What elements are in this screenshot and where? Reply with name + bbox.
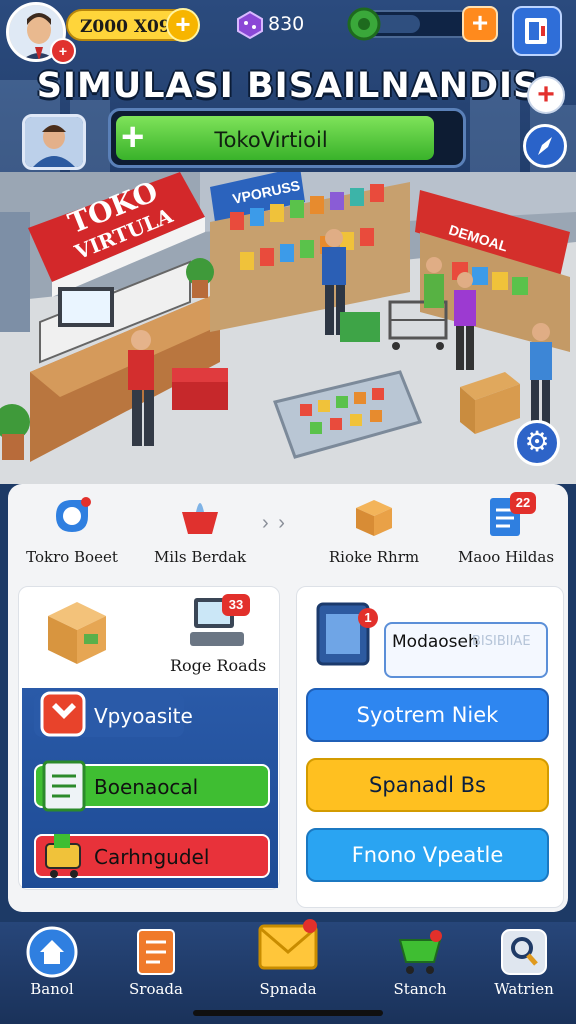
tag-icon xyxy=(56,497,91,532)
energy-gear-icon xyxy=(347,7,381,41)
report-icon xyxy=(137,929,175,975)
shield-icon xyxy=(40,691,86,737)
home-indicator xyxy=(193,1010,383,1016)
exit-door-icon xyxy=(525,18,547,44)
box-icon xyxy=(356,500,392,536)
nav-label: Banol xyxy=(30,980,74,998)
quick-action-label: Mils Berdak xyxy=(153,548,247,566)
cabinet-badge: 1 xyxy=(358,608,378,628)
nav-search[interactable]: Watrien xyxy=(472,922,576,1024)
left-card-caption: Roge Roads xyxy=(170,656,267,675)
nav-mail[interactable]: Spnada xyxy=(236,908,340,1010)
home-icon xyxy=(26,926,78,978)
nav-shop[interactable]: Stanch xyxy=(368,922,472,1024)
ledger-icon xyxy=(42,760,86,812)
system-button[interactable]: Syotrem Niek xyxy=(306,688,549,742)
quick-action-box[interactable]: Rioke Rhrm xyxy=(312,492,432,572)
gem-value: 830 xyxy=(268,13,305,35)
nav-label: Sroada xyxy=(129,980,183,998)
player-portrait-icon xyxy=(25,117,83,167)
cart-button-label: Carhngudel xyxy=(94,845,210,869)
nav-label: Stanch xyxy=(393,980,447,998)
ledger-button[interactable]: Boenaocal xyxy=(34,760,270,812)
mail-icon xyxy=(258,919,318,970)
store-progress-bar: + TokoVirtioil xyxy=(108,108,466,168)
nav-home[interactable]: Banol xyxy=(0,922,104,1024)
shopping-cart-icon xyxy=(398,930,442,974)
avatar-badge[interactable]: + xyxy=(50,38,76,64)
add-button[interactable]: + xyxy=(527,76,565,114)
ledger-button-label: Boenaocal xyxy=(94,775,199,799)
gear-icon: ⚙ xyxy=(524,426,550,457)
search-icon xyxy=(501,929,547,975)
gem-icon xyxy=(237,10,263,40)
cart-button[interactable]: Carhngudel xyxy=(34,834,270,878)
player-profile-picture[interactable] xyxy=(22,114,86,170)
notification-badge: 22 xyxy=(510,492,536,514)
notice-text: Modaoseh xyxy=(392,632,479,652)
notice-box: Modaoseh BISIBIIAE xyxy=(384,622,548,678)
quick-action-document[interactable]: 22 Maoo Hildas xyxy=(444,492,564,572)
progress-label: TokoVirtioil xyxy=(214,128,328,152)
phone-update-button[interactable]: Fnono Vpeatle xyxy=(306,828,549,882)
game-title: SIMULASI BISAILNANDIS xyxy=(36,66,540,106)
basket-icon xyxy=(182,503,218,534)
upgrade-button-label: Vpyoasite xyxy=(94,704,193,728)
game-screen: + Z000 X090 + 830 + SIMULASI BISAILNANDI… xyxy=(0,0,576,1024)
notice-subtext: BISIBIIAE xyxy=(472,634,531,649)
quick-action-label: Maoo Hildas xyxy=(457,548,555,566)
quick-action-label: Rioke Rhrm xyxy=(328,548,420,566)
top-hud: + Z000 X090 + 830 + SIMULASI BISAILNANDI… xyxy=(0,0,576,175)
chevrons-right-icon: › › xyxy=(262,512,287,534)
image-badge: 33 xyxy=(222,594,250,616)
compass-button[interactable] xyxy=(523,124,567,168)
menu-button[interactable] xyxy=(512,6,562,56)
nav-label: Spnada xyxy=(259,980,317,998)
nav-report[interactable]: Sroada xyxy=(104,922,208,1024)
special-button[interactable]: Spanadl Bs xyxy=(306,758,549,812)
store-scene[interactable]: TOKO VIRTULA VPORUSS DEMOAL xyxy=(0,172,576,484)
add-energy-button[interactable]: + xyxy=(462,6,498,42)
nav-label: Watrien xyxy=(494,980,554,998)
settings-button[interactable]: ⚙ xyxy=(514,420,560,466)
add-coins-button[interactable]: + xyxy=(166,8,200,42)
quick-action-tag[interactable]: Tokro Boeet xyxy=(10,492,130,572)
bottom-navigation: Banol Sroada Spnada Stanch Watrien xyxy=(0,919,576,1024)
cart-icon xyxy=(45,834,81,878)
compass-icon xyxy=(538,137,552,155)
quick-action-basket[interactable]: Mils Berdak xyxy=(138,492,258,572)
quick-action-label: Tokro Boeet xyxy=(26,548,118,566)
upgrade-button[interactable]: Vpyoasite xyxy=(34,691,193,737)
package-box-icon xyxy=(48,602,106,664)
